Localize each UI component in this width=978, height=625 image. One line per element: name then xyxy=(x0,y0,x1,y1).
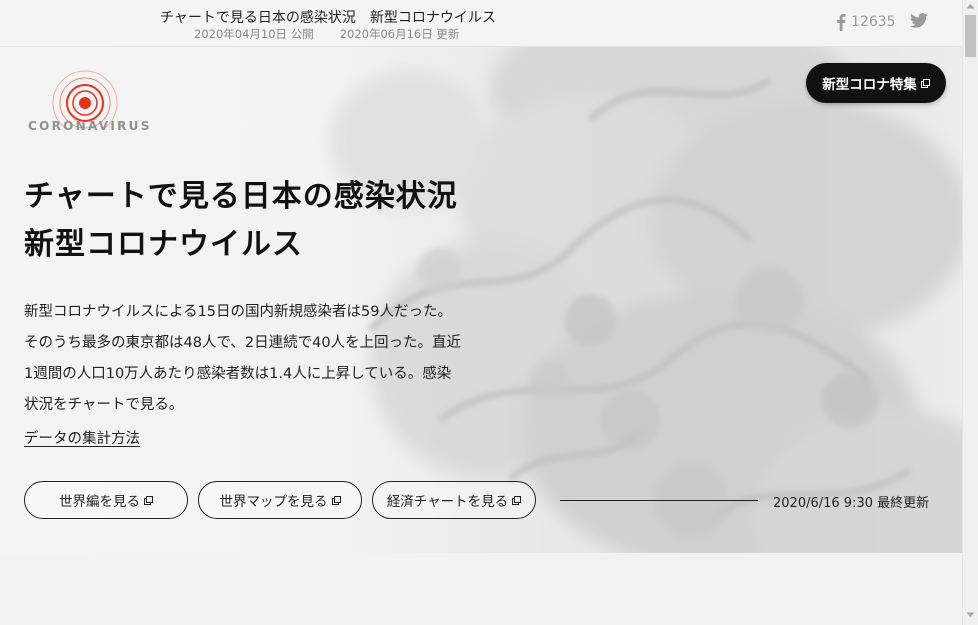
external-link-icon xyxy=(144,495,153,505)
lead-line: 新型コロナウイルスによる15日の国内新規感染者は59人だった。 xyxy=(24,304,452,320)
special-button-label: 新型コロナ特集 xyxy=(822,77,917,93)
world-map-label: 世界マップを見る xyxy=(219,494,328,510)
facebook-share[interactable]: 12635 xyxy=(836,13,896,31)
topbar-dates: 2020年04月10日 公開 2020年06月16日 更新 xyxy=(194,26,485,42)
economy-chart-button[interactable]: 経済チャートを見る xyxy=(372,481,536,519)
lead-line: 状況をチャートで見る。 xyxy=(24,397,184,413)
external-link-icon xyxy=(331,495,341,505)
page-title-line2: 新型コロナウイルス xyxy=(24,227,303,262)
data-method-link[interactable]: データの集計方法 xyxy=(24,427,140,448)
world-edition-label: 世界編を見る xyxy=(59,494,140,510)
economy-chart-label: 経済チャートを見る xyxy=(386,494,509,510)
published-date: 2020年04月10日 公開 xyxy=(194,27,314,41)
last-updated: 2020/6/16 9:30 最終更新 xyxy=(773,496,930,511)
divider-line xyxy=(560,500,758,501)
updated-date: 2020年06月16日 更新 xyxy=(339,27,460,41)
twitter-icon[interactable] xyxy=(910,13,928,28)
external-link-icon xyxy=(512,495,522,505)
scrollbar-thumb[interactable] xyxy=(965,15,976,57)
twitter-share[interactable] xyxy=(910,13,928,28)
external-link-icon xyxy=(920,78,930,88)
world-edition-button[interactable]: 世界編を見る xyxy=(24,481,188,519)
scroll-down-arrow-icon[interactable] xyxy=(966,612,975,618)
page-title: チャートで見る日本の感染状況 新型コロナウイルス xyxy=(24,173,458,269)
vertical-scrollbar[interactable] xyxy=(962,0,978,625)
topbar-title: チャートで見る日本の感染状況 新型コロナウイルス xyxy=(160,10,496,26)
lead-paragraph: 新型コロナウイルスによる15日の国内新規感染者は59人だった。 そのうち最多の東… xyxy=(24,297,504,421)
logo-text: CORONAVIRUS xyxy=(28,119,152,133)
world-map-button[interactable]: 世界マップを見る xyxy=(198,481,362,519)
facebook-count: 12635 xyxy=(851,14,896,30)
page-title-line1: チャートで見る日本の感染状況 xyxy=(24,179,458,214)
lead-line: そのうち最多の東京都は48人で、2日連続で40人を上回った。直近 xyxy=(24,335,462,351)
facebook-icon[interactable] xyxy=(836,13,846,31)
top-bar: チャートで見る日本の感染状況 新型コロナウイルス 2020年04月10日 公開 2… xyxy=(0,0,962,47)
hero-section: CORONAVIRUS 新型コロナ特集 チャートで見る日本の感染状況 新型コロナ… xyxy=(0,47,962,553)
coronavirus-special-button[interactable]: 新型コロナ特集 xyxy=(806,63,946,103)
scroll-up-arrow-icon[interactable] xyxy=(966,3,975,9)
lead-line: 1週間の人口10万人あたり感染者数は1.4人に上昇している。感染 xyxy=(24,366,452,382)
